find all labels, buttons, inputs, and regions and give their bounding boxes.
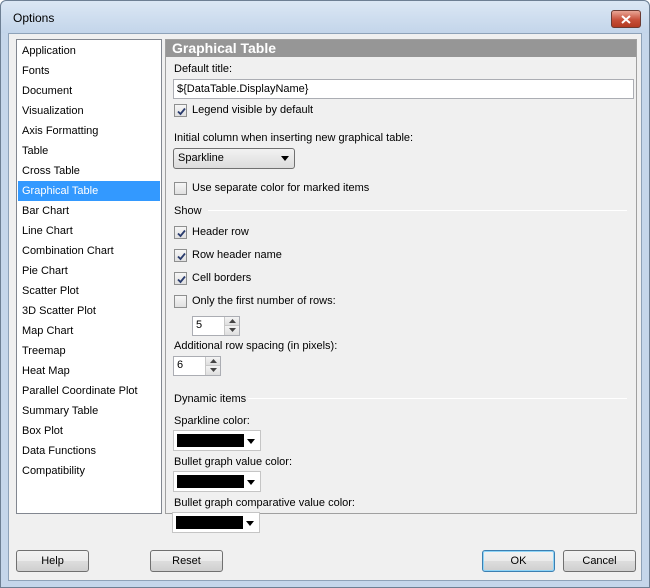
chevron-down-icon bbox=[247, 439, 255, 444]
chevron-down-icon bbox=[247, 480, 255, 485]
nav-item-pie-chart[interactable]: Pie Chart bbox=[18, 261, 160, 281]
spin-down-icon bbox=[229, 328, 236, 332]
help-button[interactable]: Help bbox=[16, 550, 89, 572]
chevron-down-icon bbox=[281, 156, 289, 161]
spin-up-icon bbox=[229, 319, 236, 323]
first-rows-value: 5 bbox=[196, 319, 203, 331]
nav-item-document[interactable]: Document bbox=[18, 81, 160, 101]
nav-item-treemap[interactable]: Treemap bbox=[18, 341, 160, 361]
nav-item-data-functions[interactable]: Data Functions bbox=[18, 441, 160, 461]
show-group-label: Show bbox=[174, 205, 202, 217]
initial-column-value: Sparkline bbox=[178, 152, 224, 164]
nav-item-combination-chart[interactable]: Combination Chart bbox=[18, 241, 160, 261]
first-rows-checkbox[interactable] bbox=[174, 295, 187, 308]
spin-up-icon bbox=[210, 359, 217, 363]
initial-column-dropdown[interactable]: Sparkline bbox=[173, 148, 295, 169]
options-dialog: Options Application Fonts Document Visualiz… bbox=[0, 0, 650, 588]
close-icon bbox=[621, 14, 631, 24]
panel-header: Graphical Table bbox=[166, 40, 636, 57]
row-header-name-checkbox[interactable] bbox=[174, 249, 187, 262]
checkmark-icon bbox=[177, 252, 186, 261]
nav-item-application[interactable]: Application bbox=[18, 41, 160, 61]
title-bar[interactable]: Options bbox=[1, 1, 649, 33]
sparkline-color-picker[interactable] bbox=[173, 430, 261, 451]
nav-item-parallel-coordinate-plot[interactable]: Parallel Coordinate Plot bbox=[18, 381, 160, 401]
color-swatch bbox=[177, 475, 244, 488]
header-row-checkbox[interactable] bbox=[174, 226, 187, 239]
spin-down-icon bbox=[210, 368, 217, 372]
first-rows-label: Only the first number of rows: bbox=[192, 295, 336, 307]
sparkline-color-label: Sparkline color: bbox=[174, 415, 250, 427]
nav-item-line-chart[interactable]: Line Chart bbox=[18, 221, 160, 241]
chevron-down-icon bbox=[246, 521, 254, 526]
color-swatch bbox=[177, 434, 244, 447]
nav-item-map-chart[interactable]: Map Chart bbox=[18, 321, 160, 341]
nav-item-3d-scatter-plot[interactable]: 3D Scatter Plot bbox=[18, 301, 160, 321]
nav-item-scatter-plot[interactable]: Scatter Plot bbox=[18, 281, 160, 301]
nav-item-fonts[interactable]: Fonts bbox=[18, 61, 160, 81]
nav-item-box-plot[interactable]: Box Plot bbox=[18, 421, 160, 441]
first-rows-decrement[interactable] bbox=[224, 326, 239, 335]
row-spacing-value: 6 bbox=[177, 359, 184, 371]
dynamic-items-group-label: Dynamic items bbox=[174, 393, 247, 405]
separate-color-checkbox[interactable] bbox=[174, 182, 187, 195]
bullet-comparative-color-picker[interactable] bbox=[172, 512, 260, 533]
dialog-body: Application Fonts Document Visualization Axi… bbox=[8, 33, 642, 581]
bullet-comparative-color-label: Bullet graph comparative value color: bbox=[174, 497, 355, 509]
nav-item-graphical-table[interactable]: Graphical Table bbox=[18, 181, 160, 201]
separate-color-label: Use separate color for marked items bbox=[192, 182, 370, 194]
checkmark-icon bbox=[177, 229, 186, 238]
first-rows-spinner[interactable]: 5 bbox=[192, 316, 240, 336]
checkmark-icon bbox=[177, 275, 186, 284]
initial-column-label: Initial column when inserting new graphi… bbox=[174, 132, 414, 144]
window-title: Options bbox=[13, 11, 55, 25]
nav-item-cross-table[interactable]: Cross Table bbox=[18, 161, 160, 181]
checkmark-icon bbox=[177, 107, 186, 116]
bullet-value-color-label: Bullet graph value color: bbox=[174, 456, 293, 468]
cancel-button[interactable]: Cancel bbox=[563, 550, 636, 572]
row-header-name-label: Row header name bbox=[192, 249, 282, 261]
row-spacing-label: Additional row spacing (in pixels): bbox=[174, 340, 338, 352]
default-title-input[interactable]: ${DataTable.DisplayName} bbox=[173, 79, 634, 99]
cell-borders-checkbox[interactable] bbox=[174, 272, 187, 285]
legend-visible-checkbox[interactable] bbox=[174, 104, 187, 117]
nav-item-axis-formatting[interactable]: Axis Formatting bbox=[18, 121, 160, 141]
legend-visible-label: Legend visible by default bbox=[192, 104, 314, 116]
nav-item-visualization[interactable]: Visualization bbox=[18, 101, 160, 121]
cell-borders-label: Cell borders bbox=[192, 272, 252, 284]
close-button[interactable] bbox=[611, 10, 641, 28]
ok-button[interactable]: OK bbox=[482, 550, 555, 572]
color-swatch bbox=[176, 516, 243, 529]
show-group-divider bbox=[208, 210, 627, 211]
header-row-label: Header row bbox=[192, 226, 249, 238]
options-category-list[interactable]: Application Fonts Document Visualization Axi… bbox=[16, 39, 162, 514]
nav-item-compatibility[interactable]: Compatibility bbox=[18, 461, 160, 481]
default-title-label: Default title: bbox=[174, 63, 233, 75]
row-spacing-decrement[interactable] bbox=[205, 366, 220, 375]
nav-item-summary-table[interactable]: Summary Table bbox=[18, 401, 160, 421]
reset-button[interactable]: Reset bbox=[150, 550, 223, 572]
graphical-table-panel: Graphical Table Default title: ${DataTab… bbox=[165, 39, 637, 514]
nav-item-bar-chart[interactable]: Bar Chart bbox=[18, 201, 160, 221]
bullet-value-color-picker[interactable] bbox=[173, 471, 261, 492]
nav-item-table[interactable]: Table bbox=[18, 141, 160, 161]
first-rows-increment[interactable] bbox=[224, 317, 239, 326]
nav-item-heat-map[interactable]: Heat Map bbox=[18, 361, 160, 381]
dynamic-items-divider bbox=[248, 398, 627, 399]
row-spacing-increment[interactable] bbox=[205, 357, 220, 366]
row-spacing-spinner[interactable]: 6 bbox=[173, 356, 221, 376]
